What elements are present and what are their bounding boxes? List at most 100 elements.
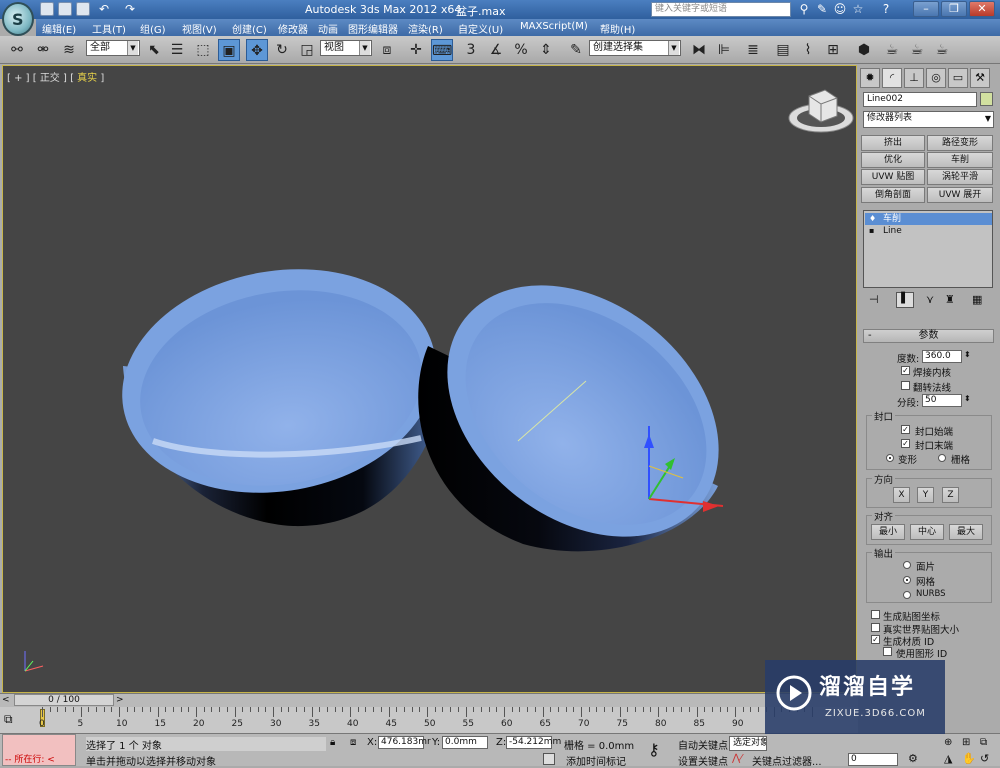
layer-manager-icon[interactable]: ≣ — [742, 39, 764, 61]
menu-item-5[interactable]: 修改器 — [278, 21, 308, 36]
modify-tab-icon[interactable]: ◜ — [882, 68, 902, 88]
utilities-tab-icon[interactable]: ⚒ — [970, 68, 990, 88]
remove-modifier-icon[interactable]: ♜ — [945, 293, 955, 306]
mirror-icon[interactable]: ⧓ — [688, 39, 710, 61]
save-file-icon[interactable] — [76, 2, 90, 16]
auto-key-button[interactable]: 自动关键点 — [678, 737, 728, 752]
morph-radio[interactable] — [886, 454, 894, 462]
gen-map-coords-checkbox[interactable] — [871, 610, 880, 619]
maxscript-listener[interactable]: -- 所在行: < — [2, 734, 76, 766]
object-color-swatch[interactable] — [980, 92, 993, 106]
menu-item-9[interactable]: 自定义(U) — [458, 21, 503, 36]
named-selection-dropdown[interactable]: 创建选择集 ▼ — [589, 40, 681, 56]
output-mesh-radio[interactable] — [903, 576, 911, 584]
mod-lathe-button[interactable]: 车削 — [927, 152, 993, 168]
menu-item-3[interactable]: 视图(V) — [182, 21, 217, 36]
expand-icon[interactable]: ▪ — [869, 225, 874, 237]
window-crossing-icon[interactable]: ▣ — [218, 39, 240, 61]
z-coord-field[interactable]: -54.212mm — [506, 736, 561, 749]
viewcube-icon[interactable] — [788, 89, 854, 133]
search-input[interactable]: 键入关键字或短语 — [651, 2, 791, 17]
mod-uvw-map-button[interactable]: UVW 贴图 — [861, 169, 925, 185]
selection-filter-dropdown[interactable]: 全部 ▼ — [86, 40, 140, 56]
mod-bevel-profile-button[interactable]: 倒角剖面 — [861, 187, 925, 203]
align-max-button[interactable]: 最大 — [949, 524, 983, 540]
weld-core-checkbox[interactable]: ✓ — [901, 366, 910, 375]
material-editor-icon[interactable]: ⬢ — [853, 39, 875, 61]
mod-turbosmooth-button[interactable]: 涡轮平滑 — [927, 169, 993, 185]
link-icon[interactable]: ⚯ — [6, 39, 28, 61]
select-scale-icon[interactable]: ◲ — [296, 39, 318, 61]
binoculars-icon[interactable]: ⚲ — [796, 1, 812, 17]
angle-snap-icon[interactable]: ∡ — [485, 39, 507, 61]
object-name-field[interactable]: Line002 — [863, 92, 977, 107]
curve-editor-icon[interactable]: ⌇ — [797, 39, 819, 61]
app-logo-icon[interactable]: S — [2, 2, 34, 36]
use-shape-ids-checkbox[interactable] — [883, 647, 892, 656]
segments-spinner[interactable]: 50 — [922, 394, 962, 407]
viewport-label[interactable]: [ + ] [ 正交 ] [ 真实 ] — [7, 69, 104, 84]
schematic-view-icon[interactable]: ⊞ — [822, 39, 844, 61]
current-frame-field[interactable]: 0 — [848, 753, 898, 766]
menu-item-2[interactable]: 组(G) — [140, 21, 166, 36]
show-end-result-icon[interactable]: ▌ — [896, 292, 914, 308]
mod-path-deform-button[interactable]: 路径变形 — [927, 135, 993, 151]
y-coord-field[interactable]: 0.0mm — [442, 736, 488, 749]
align-icon[interactable]: ⊫ — [713, 39, 735, 61]
field-of-view-icon[interactable]: ◮ — [944, 752, 952, 765]
orbit-icon[interactable]: ↺ — [980, 752, 989, 765]
menu-item-7[interactable]: 图形编辑器 — [348, 21, 398, 36]
hierarchy-tab-icon[interactable]: ⊥ — [904, 68, 924, 88]
undo-icon[interactable]: ↶ — [96, 1, 112, 17]
tools-icon[interactable]: ✎ — [814, 1, 830, 17]
spinner-arrows-icon[interactable]: ⬍ — [964, 394, 971, 403]
rect-selection-icon[interactable]: ⬚ — [192, 39, 214, 61]
time-tag-icon[interactable] — [543, 753, 555, 765]
zoom-extents-icon[interactable]: ⧉ — [980, 737, 987, 748]
grid-radio[interactable] — [938, 454, 946, 462]
close-button[interactable]: ✕ — [969, 1, 995, 17]
rendered-frame-icon[interactable]: ☕ — [906, 39, 928, 61]
flip-normals-checkbox[interactable] — [901, 381, 910, 390]
graphite-ribbon-icon[interactable]: ▤ — [772, 39, 794, 61]
render-production-icon[interactable]: ☕ — [931, 39, 953, 61]
spinner-arrows-icon[interactable]: ⬍ — [964, 350, 971, 359]
help-icon[interactable]: ? — [878, 1, 894, 17]
create-tab-icon[interactable]: ✹ — [860, 68, 880, 88]
perspective-viewport[interactable]: [ + ] [ 正交 ] [ 真实 ] — [2, 65, 857, 693]
menu-item-6[interactable]: 动画 — [318, 21, 338, 36]
menu-item-4[interactable]: 创建(C) — [232, 21, 267, 36]
render-setup-icon[interactable]: ☕ — [881, 39, 903, 61]
time-config-icon[interactable]: ⚙ — [908, 752, 918, 765]
pivot-center-icon[interactable]: ⧈ — [376, 39, 398, 61]
spinner-snap-icon[interactable]: ⇕ — [535, 39, 557, 61]
keyboard-shortcut-override-icon[interactable]: ⌨ — [431, 39, 453, 61]
minimize-button[interactable]: – — [913, 1, 939, 17]
output-patch-radio[interactable] — [903, 561, 911, 569]
zoom-icon[interactable]: ⊕ — [944, 737, 952, 748]
edit-named-selection-icon[interactable]: ✎ — [565, 39, 587, 61]
reference-coord-dropdown[interactable]: 视图 ▼ — [320, 40, 372, 56]
time-slider-thumb[interactable]: 0 / 100 — [14, 694, 114, 706]
maximize-button[interactable]: ❐ — [941, 1, 967, 17]
percent-snap-icon[interactable]: % — [510, 39, 532, 61]
make-unique-icon[interactable]: ⋎ — [926, 293, 934, 306]
cap-start-checkbox[interactable]: ✓ — [901, 425, 910, 434]
user-icon[interactable]: ☺ — [832, 1, 848, 17]
select-rotate-icon[interactable]: ↻ — [271, 39, 293, 61]
absolute-mode-icon[interactable]: ⧈ — [350, 737, 356, 748]
select-object-icon[interactable]: ⬉ — [143, 39, 165, 61]
x-coord-field[interactable]: 476.183mr — [378, 736, 431, 749]
snaps-toggle-icon[interactable]: 3 — [460, 39, 482, 61]
new-file-icon[interactable] — [40, 2, 54, 16]
mini-curve-editor-icon[interactable]: ⧉ — [4, 712, 13, 727]
bind-spacewarp-icon[interactable]: ≋ — [58, 39, 80, 61]
direction-y-button[interactable]: Y — [917, 487, 934, 503]
track-bar[interactable]: ⧉ 0 5 10 15 20 25 30 35 40 45 50 55 60 65 70 75 80 85 90 — [0, 707, 858, 733]
output-nurbs-radio[interactable] — [903, 591, 911, 599]
select-move-icon[interactable]: ✥ — [246, 39, 268, 61]
cap-end-checkbox[interactable]: ✓ — [901, 439, 910, 448]
stack-item-lathe[interactable]: ♦ 车削 — [865, 213, 992, 225]
select-manipulate-icon[interactable]: ✛ — [405, 39, 427, 61]
modifier-stack[interactable]: ♦ 车削 ▪ Line — [863, 210, 993, 288]
